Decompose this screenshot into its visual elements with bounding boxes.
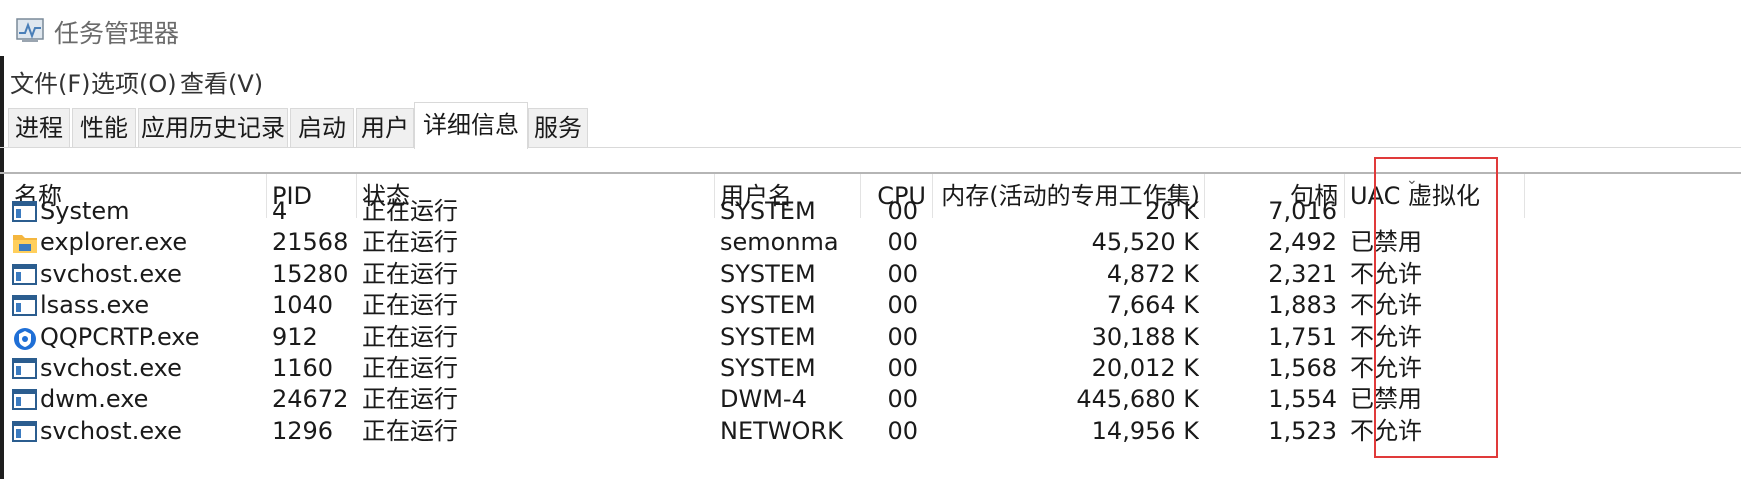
cell-uac: 不允许 [1350,322,1422,351]
cell-status: 正在运行 [362,259,458,288]
cell-status: 正在运行 [362,291,458,320]
tab-processes[interactable]: 进程 [8,108,70,148]
tab-services[interactable]: 服务 [528,108,588,148]
cell-handles: 1,751 [1268,322,1337,351]
menu-bar: 文件(F) 选项(O) 查看(V) [0,60,1741,100]
cell-name: svchost.exe [40,416,182,445]
sort-descending-icon: ⌄ [1406,172,1418,188]
cell-cpu: 00 [887,322,918,351]
cell-handles: 1,568 [1268,354,1337,382]
window-app-icon [12,420,38,444]
cell-username: DWM-4 [720,385,807,414]
cell-pid: 912 [272,322,318,351]
tab-app-history[interactable]: 应用历史记录 [138,108,288,148]
tab-divider [0,147,1741,148]
table-row[interactable]: dwm.exe 24672 正在运行 DWM-4 00 445,680 K 1,554 已禁用 [0,382,1741,417]
cell-memory: 20,012 K [1091,354,1199,382]
table-row[interactable]: explorer.exe 21568 正在运行 semonma 00 45,520 K 2,… [0,225,1741,260]
table-row[interactable]: lsass.exe 1040 正在运行 SYSTEM 00 7,664 K 1,883 不允许 [0,288,1741,323]
window-app-icon [12,388,38,412]
cell-handles: 1,883 [1268,291,1337,320]
cell-uac: 不允许 [1350,291,1422,320]
title-bar: 任务管理器 [0,0,1741,56]
cell-pid: 15280 [272,259,349,288]
cell-username: SYSTEM [720,259,816,288]
cell-cpu: 00 [887,416,918,445]
tab-details[interactable]: 详细信息 [414,102,528,149]
cell-pid: 1040 [272,291,334,320]
cell-username: SYSTEM [720,322,816,351]
cell-username: semonma [720,228,839,257]
details-table: 名称 PID 状态 用户名 CPU 内存(活动的专用工作集) 句柄 UAC 虚拟… [0,172,1741,479]
window-app-icon [12,200,38,224]
menu-view[interactable]: 查看(V) [180,64,263,99]
cell-username: SYSTEM [720,354,816,382]
cell-pid: 4 [272,197,288,225]
cell-cpu: 00 [887,385,918,414]
cell-memory: 14,956 K [1091,416,1199,445]
shield-icon [12,326,38,350]
cell-status: 正在运行 [362,197,458,225]
cell-memory: 45,520 K [1091,228,1199,257]
tab-performance[interactable]: 性能 [72,108,136,148]
tab-strip: 进程 性能 应用历史记录 启动 用户 详细信息 服务 [0,100,1741,149]
cell-pid: 21568 [272,228,349,257]
table-row[interactable]: svchost.exe 1160 正在运行 SYSTEM 00 20,012 K 1,568… [0,351,1741,386]
table-row[interactable]: QQPCRTP.exe 912 正在运行 SYSTEM 00 30,188 K 1,751 不… [0,320,1741,355]
cell-name: svchost.exe [40,354,182,382]
cell-status: 正在运行 [362,385,458,414]
cell-name: explorer.exe [40,228,188,257]
cell-handles: 2,321 [1268,259,1337,288]
cell-cpu: 00 [887,354,918,382]
table-row[interactable]: svchost.exe 1296 正在运行 NETWORK 00 14,956 K 1,52… [0,414,1741,449]
cell-uac [1350,194,1520,229]
tab-users[interactable]: 用户 [356,108,414,148]
task-manager-icon [16,18,44,42]
cell-uac: 已禁用 [1350,385,1422,414]
menu-file[interactable]: 文件(F) [10,64,91,99]
cell-status: 正在运行 [362,354,458,382]
cell-status: 正在运行 [362,228,458,257]
window-app-icon [12,263,38,287]
cell-memory: 30,188 K [1091,322,1199,351]
cell-name: dwm.exe [40,385,149,414]
cell-status: 正在运行 [362,416,458,445]
tab-startup[interactable]: 启动 [290,108,354,148]
cell-name: QQPCRTP.exe [40,322,200,351]
cell-handles: 1,554 [1268,385,1337,414]
cell-memory: 7,664 K [1106,291,1199,320]
cell-cpu: 00 [887,291,918,320]
cell-handles: 2,492 [1268,228,1337,257]
cell-uac: 不允许 [1350,416,1422,445]
cell-handles: 7,016 [1268,197,1337,225]
cell-pid: 1296 [272,416,334,445]
cell-uac: 已禁用 [1350,228,1422,257]
cell-uac: 不允许 [1350,259,1422,288]
cell-memory: 4,872 K [1106,259,1199,288]
cell-cpu: 00 [887,259,918,288]
cell-username: NETWORK [720,416,843,445]
cell-handles: 1,523 [1268,416,1337,445]
folder-icon [12,231,38,255]
cell-name: lsass.exe [40,291,150,320]
cell-memory: 445,680 K [1076,385,1199,414]
cell-status: 正在运行 [362,322,458,351]
window-app-icon [12,294,38,318]
cell-name: svchost.exe [40,259,182,288]
cell-uac: 不允许 [1350,354,1422,382]
table-row[interactable]: System 4 正在运行 SYSTEM 00 20 K 7,016 [0,194,1741,229]
cell-pid: 1160 [272,354,334,382]
cell-cpu: 00 [887,228,918,257]
cell-username: SYSTEM [720,291,816,320]
table-row[interactable]: svchost.exe 15280 正在运行 SYSTEM 00 4,872 K 2,321… [0,257,1741,292]
cell-pid: 24672 [272,385,349,414]
window-title: 任务管理器 [54,19,180,48]
window-app-icon [12,357,38,381]
menu-options[interactable]: 选项(O) [91,64,177,99]
cell-cpu: 00 [887,197,918,225]
cell-name: System [40,197,130,225]
cell-username: SYSTEM [720,197,816,225]
cell-memory: 20 K [1145,197,1199,225]
